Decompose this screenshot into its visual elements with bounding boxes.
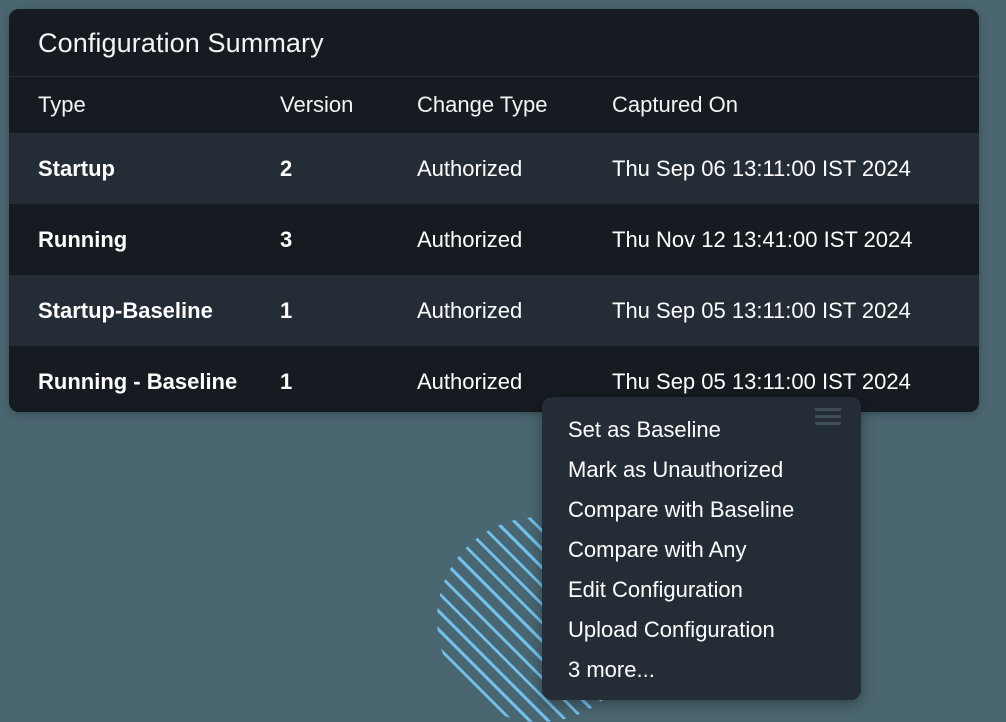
- hamburger-line: [815, 422, 841, 425]
- hamburger-icon[interactable]: [815, 408, 841, 425]
- menu-item-compare-with-any[interactable]: Compare with Any: [542, 530, 861, 570]
- cell-captured-on: Thu Nov 12 13:41:00 IST 2024: [583, 204, 979, 275]
- cell-type: Running: [9, 204, 251, 275]
- menu-item-edit-configuration[interactable]: Edit Configuration: [542, 570, 861, 610]
- cell-type: Startup: [9, 133, 251, 204]
- cell-change-type: Authorized: [388, 204, 583, 275]
- column-header-type[interactable]: Type: [9, 77, 251, 133]
- page-title: Configuration Summary: [9, 9, 979, 77]
- column-header-version[interactable]: Version: [251, 77, 388, 133]
- table-header: Type Version Change Type Captured On: [9, 77, 979, 133]
- cell-change-type: Authorized: [388, 133, 583, 204]
- table-body: Startup 2 Authorized Thu Sep 06 13:11:00…: [9, 133, 979, 412]
- cell-version: 1: [251, 275, 388, 346]
- menu-item-set-as-baseline[interactable]: Set as Baseline: [542, 410, 861, 450]
- menu-item-compare-with-baseline[interactable]: Compare with Baseline: [542, 490, 861, 530]
- cell-change-type: Authorized: [388, 275, 583, 346]
- configuration-table: Type Version Change Type Captured On Sta…: [9, 77, 979, 412]
- configuration-summary-card: Configuration Summary Type Version Chang…: [9, 9, 979, 412]
- table-row[interactable]: Running 3 Authorized Thu Nov 12 13:41:00…: [9, 204, 979, 275]
- cell-version: 1: [251, 346, 388, 412]
- menu-item-upload-configuration[interactable]: Upload Configuration: [542, 610, 861, 650]
- table-row[interactable]: Startup-Baseline 1 Authorized Thu Sep 05…: [9, 275, 979, 346]
- hamburger-line: [815, 408, 841, 411]
- table-header-row: Type Version Change Type Captured On: [9, 77, 979, 133]
- column-header-captured-on[interactable]: Captured On: [583, 77, 979, 133]
- menu-item-more[interactable]: 3 more...: [542, 650, 861, 690]
- menu-item-mark-as-unauthorized[interactable]: Mark as Unauthorized: [542, 450, 861, 490]
- cell-captured-on: Thu Sep 05 13:11:00 IST 2024: [583, 275, 979, 346]
- cell-captured-on: Thu Sep 06 13:11:00 IST 2024: [583, 133, 979, 204]
- cell-type: Startup-Baseline: [9, 275, 251, 346]
- table-row[interactable]: Startup 2 Authorized Thu Sep 06 13:11:00…: [9, 133, 979, 204]
- hamburger-line: [815, 415, 841, 418]
- context-menu: Set as Baseline Mark as Unauthorized Com…: [542, 397, 861, 700]
- column-header-change-type[interactable]: Change Type: [388, 77, 583, 133]
- cell-version: 2: [251, 133, 388, 204]
- cell-type: Running - Baseline: [9, 346, 251, 412]
- cell-version: 3: [251, 204, 388, 275]
